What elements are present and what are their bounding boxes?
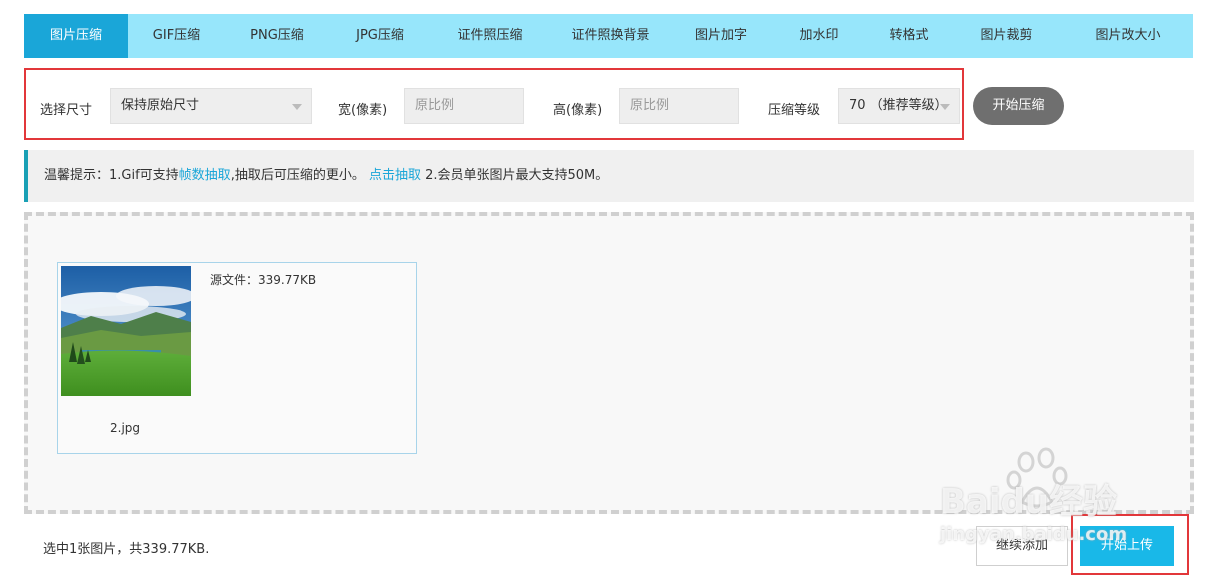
click-extract-link[interactable]: 点击抽取 <box>369 168 421 183</box>
tip-banner: 温馨提示：1.Gif可支持帧数抽取,抽取后可压缩的更小。 点击抽取 2.会员单张… <box>24 150 1194 202</box>
tab-id-photo-background[interactable]: 证件照换背景 <box>549 14 672 58</box>
landscape-thumbnail-image <box>61 266 191 396</box>
file-card[interactable]: 源文件：339.77KB 2.jpg <box>57 262 417 454</box>
tab-crop-image[interactable]: 图片裁剪 <box>950 14 1063 58</box>
tab-jpg-compress[interactable]: JPG压缩 <box>329 14 431 58</box>
tab-png-compress[interactable]: PNG压缩 <box>225 14 329 58</box>
size-select-value: 保持原始尺寸 <box>121 98 200 113</box>
compress-options-panel: 选择尺寸 保持原始尺寸 宽(像素) 原比例 高(像素) 原比例 压缩等级 70 … <box>24 68 964 140</box>
size-label: 选择尺寸 <box>40 103 93 118</box>
source-file-size: 源文件：339.77KB <box>210 273 317 287</box>
image-thumbnail <box>61 266 191 396</box>
chevron-down-icon <box>292 104 302 110</box>
compress-level-select[interactable]: 70 （推荐等级） <box>838 88 960 124</box>
continue-add-button[interactable]: 继续添加 <box>976 526 1068 566</box>
tab-image-compress[interactable]: 图片压缩 <box>24 14 128 58</box>
frame-extract-link[interactable]: 帧数抽取 <box>179 168 231 183</box>
start-compress-button[interactable]: 开始压缩 <box>973 87 1064 125</box>
tip-middle: ,抽取后可压缩的更小。 <box>230 168 369 183</box>
compress-level-value: 70 （推荐等级） <box>849 98 948 113</box>
tab-id-photo-compress[interactable]: 证件照压缩 <box>431 14 549 58</box>
tip-prefix: 温馨提示：1.Gif可支持 <box>44 168 179 183</box>
height-input[interactable]: 原比例 <box>619 88 739 124</box>
size-select[interactable]: 保持原始尺寸 <box>110 88 312 124</box>
selection-summary: 选中1张图片，共339.77KB. <box>43 542 210 557</box>
tool-tab-bar: 图片压缩 GIF压缩 PNG压缩 JPG压缩 证件照压缩 证件照换背景 图片加字… <box>24 14 1193 58</box>
tab-gif-compress[interactable]: GIF压缩 <box>128 14 225 58</box>
compress-level-label: 压缩等级 <box>768 103 821 118</box>
file-name: 2.jpg <box>110 421 141 435</box>
tab-add-text[interactable]: 图片加字 <box>672 14 770 58</box>
width-label: 宽(像素) <box>338 103 388 118</box>
start-upload-button[interactable]: 开始上传 <box>1080 526 1174 566</box>
height-label: 高(像素) <box>553 103 603 118</box>
tab-add-watermark[interactable]: 加水印 <box>770 14 868 58</box>
tab-resize-image[interactable]: 图片改大小 <box>1063 14 1193 58</box>
width-input[interactable]: 原比例 <box>404 88 524 124</box>
tip-suffix: 2.会员单张图片最大支持50M。 <box>420 168 609 183</box>
chevron-down-icon <box>940 104 950 110</box>
tab-convert-format[interactable]: 转格式 <box>868 14 950 58</box>
